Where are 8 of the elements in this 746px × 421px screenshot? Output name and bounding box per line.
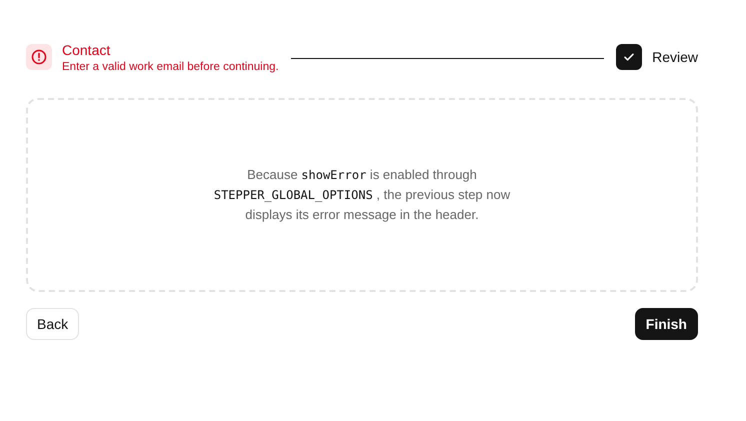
step-label[interactable]: Review	[652, 49, 698, 65]
error-message: Enter a valid work email before continuing.	[62, 60, 279, 72]
finish-button[interactable]: Finish	[634, 308, 698, 340]
error-icon	[26, 44, 52, 70]
checkmark-icon	[616, 44, 642, 70]
step-label[interactable]: Contact	[62, 42, 279, 58]
back-button[interactable]: Back	[26, 308, 80, 340]
step-description: Because showError is enabled through STEPPER_GLOBAL_OPTIONS , the previous step now displays its error message in the header.	[212, 166, 512, 224]
